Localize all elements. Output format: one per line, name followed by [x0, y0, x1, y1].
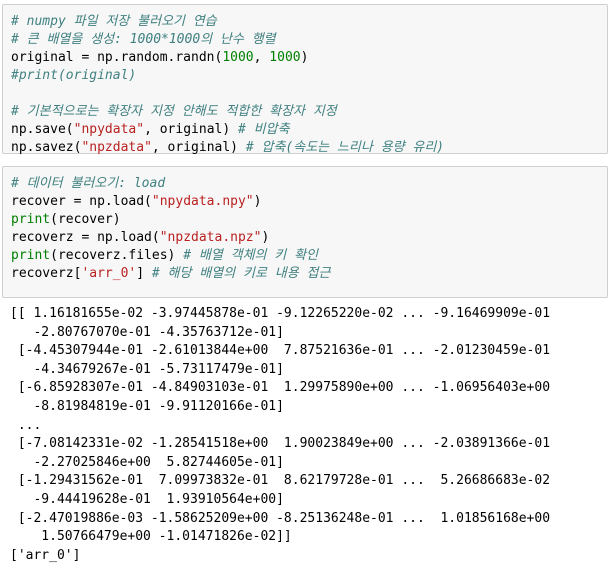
code-comment: # 해당 배열의 키로 내용 접근 [151, 266, 331, 281]
code-text: np.save( [11, 122, 74, 137]
code-line: # 데이터 불러오기: load [11, 175, 330, 193]
code-number: 1000 [222, 50, 254, 65]
output-line: -8.81984819e-01 -9.91120166e-01] [10, 398, 284, 414]
code-text: ) [253, 194, 262, 209]
code-editor-load[interactable]: # 데이터 불러오기: load recover = np.load("npyda… [11, 175, 330, 283]
code-line: print(recover) [11, 211, 330, 229]
code-string: "npzdata.npz" [159, 230, 262, 245]
output-line: [-6.85928307e-01 -4.84903103e-01 1.29975… [10, 380, 551, 396]
code-comment: # numpy 파일 저장 불러오기 연습 [11, 14, 217, 29]
code-line: recover = np.load("npydata.npy") [11, 193, 330, 211]
code-string: 'arr_0' [81, 266, 137, 281]
code-comment: # 큰 배열을 생성: 1000*1000의 난수 행렬 [11, 32, 276, 47]
output-line: 1.50766479e+00 -1.01471826e-02]] [10, 529, 292, 545]
code-comment: #print(original) [11, 68, 137, 83]
output-line: [[ 1.16181655e-02 -3.97445878e-01 -9.122… [10, 306, 551, 321]
code-comment: # 배열 객체의 키 확인 [183, 248, 319, 263]
code-string: "npydata" [73, 122, 145, 137]
code-text: original = np.random.randn( [11, 50, 223, 65]
output-line: [-1.29431562e-01 7.09973832e-01 8.621797… [10, 473, 551, 489]
code-text: recover = np.load( [11, 194, 152, 209]
code-string: "npydata.npy" [151, 194, 254, 209]
code-line: print(recoverz.files) # 배열 객체의 키 확인 [11, 247, 330, 265]
code-text: (recover) [50, 212, 121, 227]
output-line: [-4.45307944e-01 -2.61013844e+00 7.87521… [10, 343, 551, 359]
output-line: ... [10, 417, 42, 433]
code-builtin: print [11, 248, 51, 263]
output-line: -9.44419628e-01 1.93910564e+00] [10, 491, 284, 507]
code-line: np.savez("npzdata", original) # 압축(속도는 느… [11, 139, 444, 157]
code-text: (recoverz.files) [50, 248, 184, 263]
code-cell-save[interactable]: # numpy 파일 저장 불러오기 연습 # 큰 배열을 생성: 1000*10… [2, 4, 608, 157]
code-text: , original) [144, 122, 238, 137]
code-line: recoverz = np.load("npzdata.npz") [11, 229, 330, 247]
code-line: recoverz['arr_0'] # 해당 배열의 키로 내용 접근 [11, 265, 330, 283]
code-cell-load[interactable]: # 데이터 불러오기: load recover = np.load("npyda… [2, 166, 608, 298]
code-text: recoverz = np.load( [11, 230, 160, 245]
code-line: np.save("npydata", original) # 비압축 [11, 121, 444, 139]
code-line: # 기본적으로는 확장자 지정 안해도 적합한 확장자 지정 [11, 103, 444, 121]
code-comment: # 기본적으로는 확장자 지정 안해도 적합한 확장자 지정 [11, 104, 337, 119]
output-line: [-7.08142331e-02 -1.28541518e+00 1.90023… [10, 436, 551, 452]
code-editor-save[interactable]: # numpy 파일 저장 불러오기 연습 # 큰 배열을 생성: 1000*10… [11, 13, 444, 157]
code-line: original = np.random.randn(1000, 1000) [11, 49, 444, 67]
code-text: , [253, 50, 270, 65]
code-string: "npzdata" [81, 140, 152, 155]
code-line: # 큰 배열을 생성: 1000*1000의 난수 행렬 [11, 31, 444, 49]
code-text: , original) [151, 140, 246, 155]
output-line: [-2.47019886e-03 -1.58625209e+00 -8.2513… [10, 510, 551, 526]
code-number: 1000 [269, 50, 301, 65]
code-line: # numpy 파일 저장 불러오기 연습 [11, 13, 444, 31]
code-comment: # 데이터 불러오기: load [11, 176, 166, 191]
output-line: -2.80767070e-01 -4.35763712e-01] [10, 324, 284, 340]
code-comment: # 압축(속도는 느리나 용량 유리) [245, 140, 445, 155]
output-line: -2.27025846e+00 5.82744605e-01] [10, 454, 284, 470]
output-line: ['arr_0'] [10, 547, 81, 563]
code-line: #print(original) [11, 67, 444, 85]
code-text: recoverz[ [11, 266, 82, 281]
code-text: ] [136, 266, 152, 281]
cell-output: [[ 1.16181655e-02 -3.97445878e-01 -9.122… [10, 305, 550, 565]
output-line: -4.34679267e-01 -5.73117479e-01] [10, 361, 284, 377]
code-text: ) [300, 50, 309, 65]
code-builtin: print [11, 212, 51, 227]
code-text: np.savez( [11, 140, 82, 155]
code-comment: # 비압축 [238, 122, 290, 137]
code-text: ) [261, 230, 270, 245]
